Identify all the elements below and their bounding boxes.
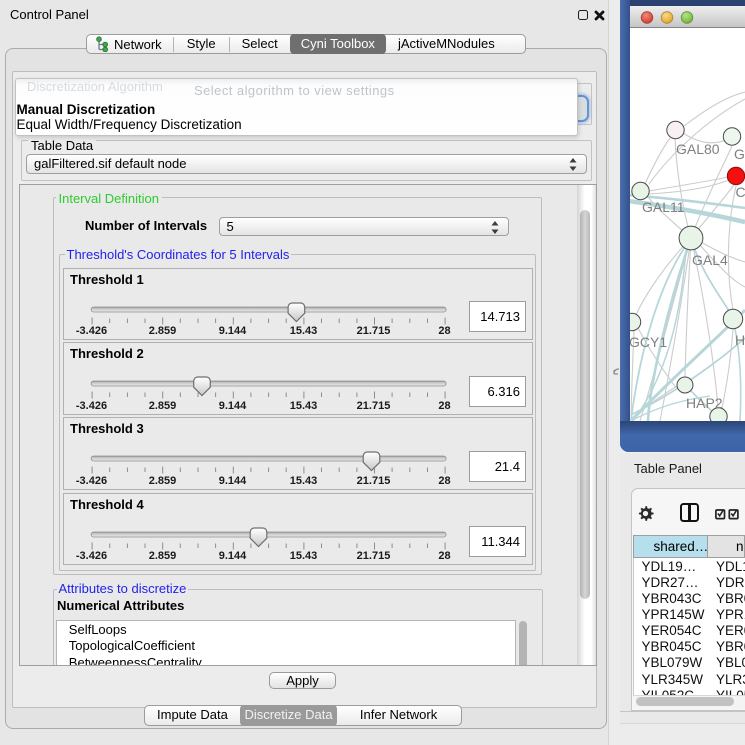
svg-text:GAL4: GAL4 bbox=[734, 146, 745, 162]
svg-text:GAL11: GAL11 bbox=[642, 199, 685, 215]
svg-text:GCY1: GCY1 bbox=[630, 334, 667, 350]
svg-text:HAP2: HAP2 bbox=[686, 395, 723, 411]
svg-text:GAL80: GAL80 bbox=[676, 141, 720, 157]
svg-text:GAL4: GAL4 bbox=[692, 252, 728, 268]
svg-text:HIS: HIS bbox=[735, 332, 745, 348]
svg-text:CYC: CYC bbox=[736, 184, 745, 200]
